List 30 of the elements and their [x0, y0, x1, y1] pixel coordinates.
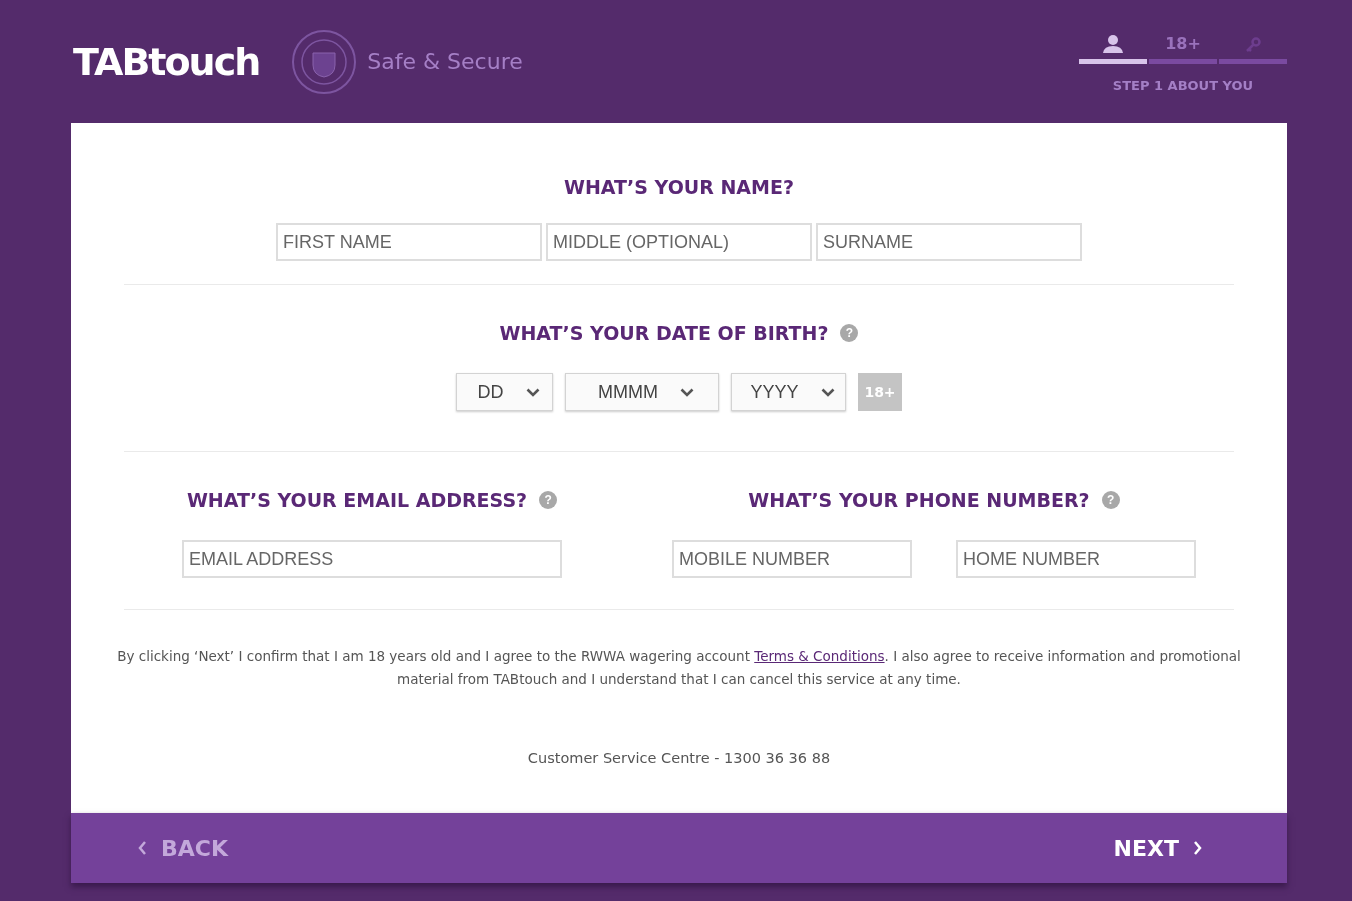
- chevron-left-icon: [137, 840, 147, 856]
- age-step-label: 18+: [1165, 34, 1201, 53]
- person-icon: [1102, 35, 1124, 53]
- input-field[interactable]: SURNAME: [816, 223, 1082, 261]
- key-icon: [1245, 37, 1261, 53]
- chevron-down-icon: [525, 387, 540, 397]
- dropdown[interactable]: YYYY: [731, 373, 846, 411]
- chevron-down-icon: [680, 387, 694, 397]
- next-button[interactable]: NEXT: [1113, 835, 1203, 861]
- seal-icon: [291, 28, 358, 95]
- input-field[interactable]: FIRST NAME: [276, 223, 542, 261]
- step-caption: STEP 1 ABOUT YOU: [1112, 78, 1254, 93]
- age-badge: 18+: [858, 373, 902, 411]
- section-heading: WHAT’S YOUR NAME?: [564, 175, 794, 199]
- terms-link[interactable]: Terms & Conditions: [754, 648, 885, 664]
- section-heading: WHAT’S YOUR PHONE NUMBER?: [748, 489, 1090, 511]
- chevron-right-icon: [1193, 840, 1203, 856]
- contact-text: Customer Service Centre - 1300 36 36 88: [527, 750, 831, 766]
- section-heading: WHAT’S YOUR EMAIL ADDRESS?: [186, 489, 528, 511]
- tagline: Safe & Secure: [367, 49, 523, 74]
- input-field[interactable]: MIDDLE (OPTIONAL): [546, 223, 812, 261]
- input-field[interactable]: EMAIL ADDRESS: [182, 540, 562, 578]
- terms-text: By clicking ‘Next’ I confirm that I am 18 years old and I agree to the RWWA wagering account Terms & Conditions. I also agree to receive information and promotional material from TABtouch and I understand that I can cancel this service at any time.: [116, 647, 1242, 689]
- dropdown[interactable]: MMMM: [565, 373, 719, 411]
- logo[interactable]: TABtouch: [73, 39, 260, 84]
- input-field[interactable]: HOME NUMBER: [956, 540, 1196, 578]
- chevron-down-icon: [820, 387, 835, 397]
- input-field[interactable]: MOBILE NUMBER: [672, 540, 912, 578]
- dropdown[interactable]: DD: [456, 373, 553, 411]
- section-heading: WHAT’S YOUR DATE OF BIRTH?: [499, 322, 829, 344]
